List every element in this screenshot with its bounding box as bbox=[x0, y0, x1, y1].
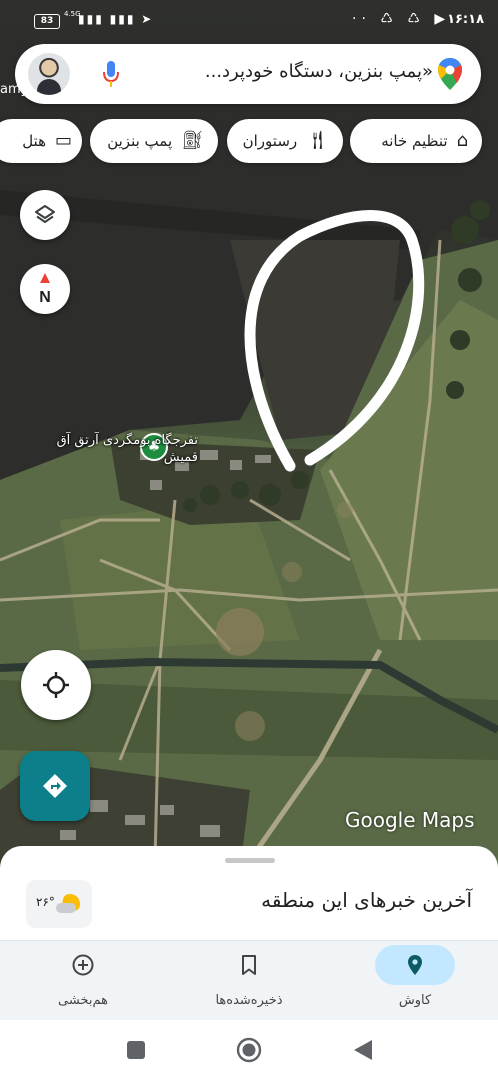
bottom-navigation: کاوش ذخیره‌شده‌ها هم‌بخشی bbox=[0, 940, 498, 1021]
tab-contribute-label: هم‌بخشی bbox=[58, 993, 108, 1008]
tab-explore[interactable]: کاوش bbox=[332, 941, 498, 1021]
drag-handle[interactable] bbox=[225, 858, 275, 863]
search-input[interactable]: «پمپ بنزین، دستگاه خودپرد... bbox=[143, 61, 433, 82]
directions-button[interactable] bbox=[20, 751, 90, 821]
battery-icon: 83 bbox=[34, 14, 60, 29]
google-maps-logo-icon bbox=[438, 58, 462, 90]
home-circle-icon[interactable] bbox=[236, 1037, 262, 1063]
clock: ۱۶:۱۸ bbox=[447, 12, 484, 27]
chip-restaurants[interactable]: 🍴︎ رستوران bbox=[227, 119, 343, 163]
chip-restaurants-label: رستوران bbox=[242, 132, 298, 150]
system-navigation-bar bbox=[0, 1020, 498, 1080]
map-edge-label: amy bbox=[0, 82, 29, 97]
location-pin-icon bbox=[408, 955, 422, 975]
notification-icons: ·· ♺ ♺ ▶ bbox=[352, 11, 451, 27]
add-circle-icon bbox=[72, 954, 94, 976]
status-bar: 83 4.5G ▮▮▮ ▮▮▮ ➤ ·· ♺ ♺ ▶ ۱۶:۱۸ bbox=[0, 0, 498, 40]
chip-set-home-label: تنظیم خانه bbox=[381, 132, 448, 150]
search-bar[interactable]: «پمپ بنزین، دستگاه خودپرد... bbox=[15, 44, 481, 104]
compass-icon: N bbox=[39, 273, 51, 306]
tab-contribute[interactable]: هم‌بخشی bbox=[0, 941, 166, 1021]
tab-saved-label: ذخیره‌شده‌ها bbox=[215, 993, 283, 1008]
sheet-title: آخرین خبرهای این منطقه bbox=[261, 888, 472, 912]
fork-knife-icon: 🍴︎ bbox=[306, 130, 329, 151]
chip-set-home[interactable]: ⌂ تنظیم خانه bbox=[350, 119, 482, 163]
weather-temperature: ۲۶° bbox=[36, 895, 55, 909]
tab-explore-label: کاوش bbox=[398, 993, 432, 1008]
chip-gas-station-label: پمپ بنزین bbox=[107, 132, 173, 150]
microphone-icon[interactable] bbox=[99, 58, 123, 90]
chip-hotels[interactable]: ▭ هتل bbox=[0, 119, 82, 163]
tab-saved[interactable]: ذخیره‌شده‌ها bbox=[166, 941, 332, 1021]
google-maps-watermark: Google Maps bbox=[345, 808, 475, 832]
layers-button[interactable] bbox=[20, 190, 70, 240]
back-icon[interactable] bbox=[352, 1038, 374, 1062]
chip-hotels-label: هتل bbox=[22, 132, 46, 150]
my-location-button[interactable] bbox=[21, 650, 91, 720]
avatar[interactable] bbox=[28, 53, 70, 95]
bookmark-icon bbox=[242, 955, 256, 975]
home-icon: ⌂ bbox=[456, 130, 468, 151]
poi-label[interactable]: تفرجگاه بومگردی آرتق آق قمیش bbox=[28, 432, 198, 466]
signal-icon: ▮▮▮ ▮▮▮ ➤ bbox=[78, 12, 154, 26]
bed-icon: ▭ bbox=[54, 130, 72, 151]
chip-gas-station[interactable]: ⛽︎ پمپ بنزین bbox=[90, 119, 218, 163]
layers-icon bbox=[35, 205, 55, 223]
gas-pump-icon: ⛽︎ bbox=[181, 130, 204, 151]
recents-icon[interactable] bbox=[127, 1041, 145, 1059]
compass-letter: N bbox=[39, 289, 51, 306]
compass-button[interactable]: N bbox=[20, 264, 70, 314]
crosshair-icon bbox=[43, 672, 69, 698]
partly-cloudy-icon bbox=[56, 894, 80, 914]
bottom-sheet[interactable]: ۲۶° آخرین خبرهای این منطقه bbox=[0, 846, 498, 946]
directions-icon bbox=[43, 774, 67, 798]
weather-badge[interactable]: ۲۶° bbox=[26, 880, 92, 928]
